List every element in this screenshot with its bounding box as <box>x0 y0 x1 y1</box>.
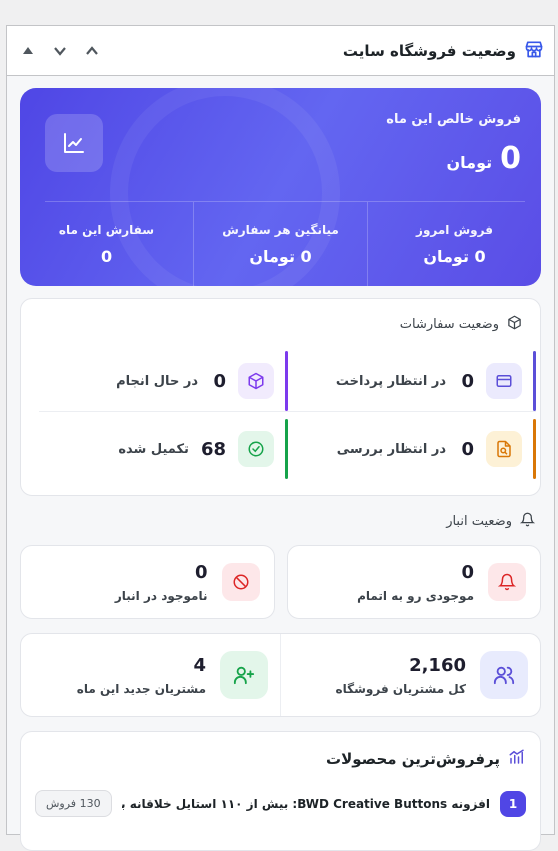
top-products-card: پرفروش‌ترین محصولات 1 افزونه BWD Creativ… <box>20 731 541 851</box>
order-on-hold[interactable]: 0 در انتظار بررسی <box>304 419 536 479</box>
widget-title-text: وضعیت فروشگاه سایت <box>342 41 516 60</box>
store-status-widget: وضعیت فروشگاه سایت فروش خالص این ماه 0 ت… <box>6 25 555 851</box>
users-icon <box>480 651 528 699</box>
store-icon <box>524 39 544 63</box>
credit-card-icon <box>486 363 522 399</box>
chart-line-icon <box>45 114 103 172</box>
new-customers[interactable]: 4 مشتریان جدید این ماه <box>21 634 281 716</box>
orders-title: وضعیت سفارشات <box>399 317 499 332</box>
stat-average-order: میانگین هر سفارش 0 تومان <box>194 202 368 286</box>
box-icon <box>238 363 274 399</box>
ban-icon <box>221 563 260 601</box>
bar-chart-icon <box>508 748 526 770</box>
low-stock-card[interactable]: 0 موجودی رو به اتمام <box>286 545 541 619</box>
chevron-up-icon[interactable] <box>81 40 103 62</box>
total-customers[interactable]: 2,160 کل مشتریان فروشگاه <box>281 634 540 716</box>
check-circle-icon <box>238 431 274 467</box>
monthly-sales-hero: فروش خالص این ماه 0 تومان فروش امروز 0 ت… <box>20 88 541 286</box>
widget-controls <box>17 40 103 62</box>
top-products-title: پرفروش‌ترین محصولات <box>326 750 500 768</box>
inventory-section-title: وضعیت انبار <box>20 512 536 531</box>
hero-unit: تومان <box>446 153 493 172</box>
out-of-stock-card[interactable]: 0 ناموجود در انبار <box>20 545 275 619</box>
widget-title: وضعیت فروشگاه سایت <box>343 39 544 63</box>
order-completed[interactable]: 68 تکمیل شده <box>56 419 288 479</box>
stat-today-sales: فروش امروز 0 تومان <box>416 222 493 266</box>
customers-card: 2,160 کل مشتریان فروشگاه 4 مشتریان جدید … <box>20 633 541 717</box>
product-name[interactable]: افزونه BWD Creative Buttons: بیش از ۱۱۰ … <box>122 797 490 811</box>
top-product-row[interactable]: 1 افزونه BWD Creative Buttons: بیش از ۱۱… <box>35 790 526 817</box>
bell-icon <box>488 563 526 601</box>
order-processing[interactable]: 0 در حال انجام <box>56 351 288 411</box>
file-search-icon <box>486 431 522 467</box>
product-rank: 1 <box>500 790 526 817</box>
user-plus-icon <box>220 651 268 699</box>
stat-monthly-orders: سفارش این ماه 0 <box>20 202 194 286</box>
hero-value: 0 <box>500 141 521 176</box>
orders-status-card: وضعیت سفارشات 0 در انتظار پرداخت 0 در حا… <box>20 298 541 496</box>
arrow-up-icon[interactable] <box>17 40 39 62</box>
sales-badge: 130 فروش <box>35 790 112 817</box>
box-icon <box>507 315 522 334</box>
widget-header: وضعیت فروشگاه سایت <box>7 26 554 76</box>
order-pending-payment[interactable]: 0 در انتظار پرداخت <box>304 351 536 411</box>
bell-icon <box>519 512 536 531</box>
chevron-down-icon[interactable] <box>49 40 71 62</box>
hero-label: فروش خالص این ماه <box>386 112 521 127</box>
